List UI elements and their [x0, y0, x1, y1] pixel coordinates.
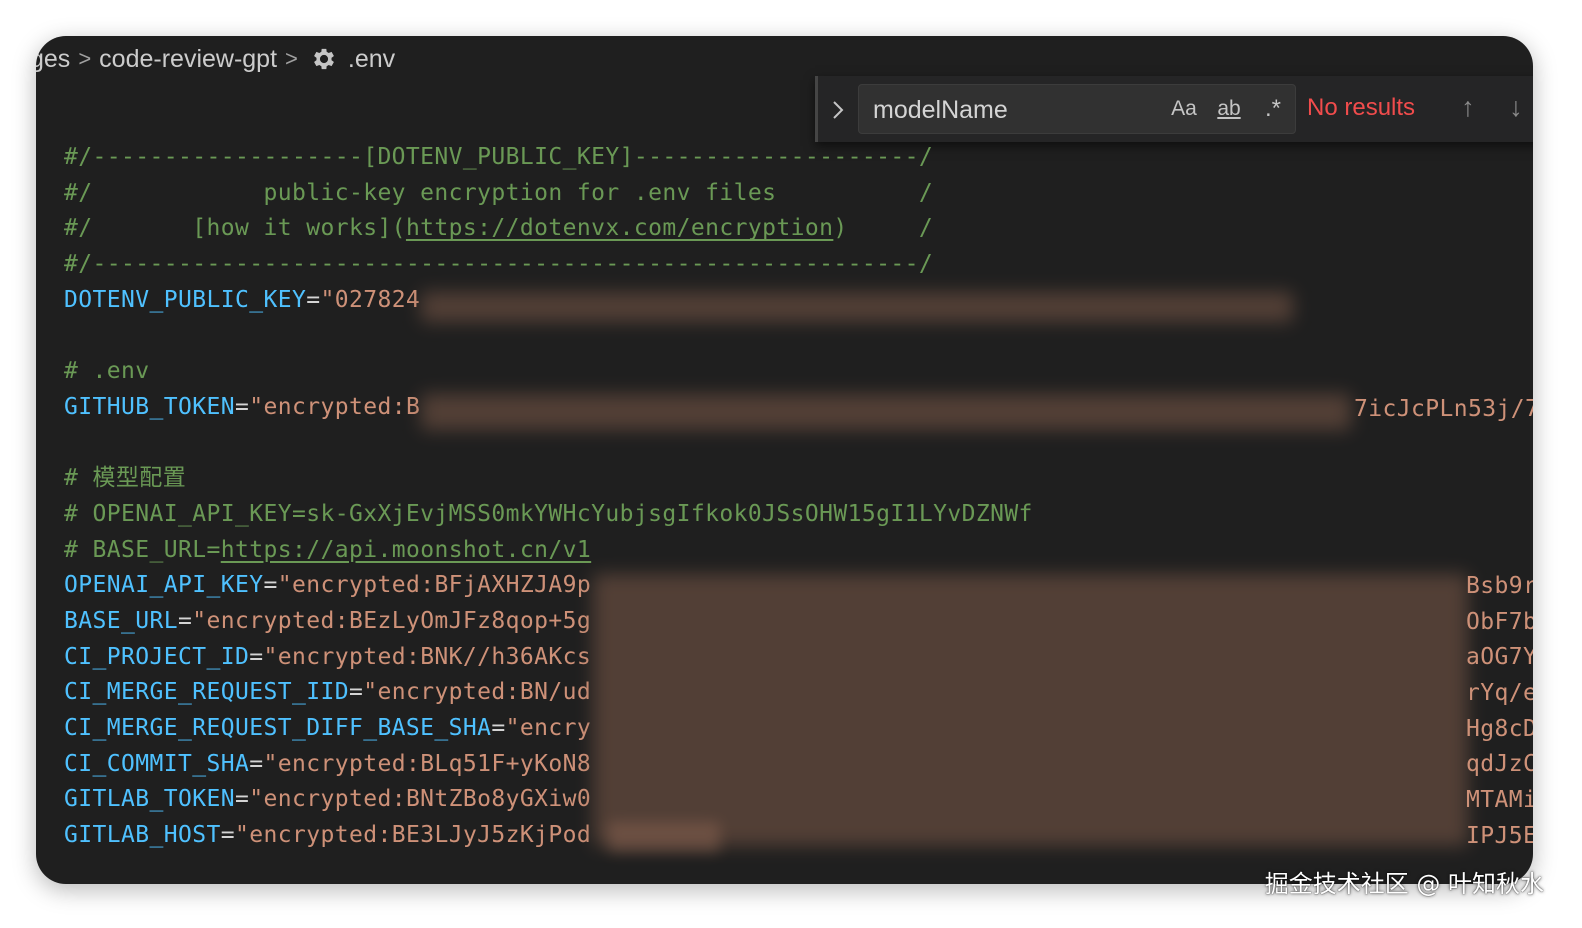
env-key: BASE_URL: [64, 607, 178, 634]
watermark: 掘金技术社区 @ 叶知秋水: [1264, 870, 1544, 898]
env-value: "encry: [505, 715, 592, 741]
find-results-status: No results: [1307, 94, 1416, 121]
env-value: "encrypted:BNK//h36AKcs: [263, 643, 592, 670]
line-tails: 7icJcPLn53j/7: [1354, 392, 1533, 428]
env-value-tail: aOG7Y: [1466, 644, 1533, 671]
env-value: "encrypted:BN/ud: [363, 679, 592, 706]
env-key: CI_MERGE_REQUEST_IID: [64, 679, 349, 706]
code-line: #/ public-key encryption for .env files …: [64, 179, 934, 206]
match-case-toggle[interactable]: Aa: [1167, 95, 1201, 123]
code-line: # BASE_URL=https://api.moonshot.cn/v1: [64, 533, 1533, 569]
code-line: # OPENAI_API_KEY=sk-GxXjEvjMSS0mkYWHcYub…: [64, 500, 1033, 527]
env-value: "encrypted:BLq51F+yKoN8: [263, 750, 592, 777]
redacted-region: [608, 822, 720, 852]
comment-link[interactable]: https://dotenvx.com/encryption: [406, 215, 833, 241]
editor-window: ges > code-review-gpt > .env Aa ab .* No…: [36, 36, 1533, 884]
env-value-tail: MTAMi: [1466, 787, 1533, 814]
breadcrumb-item-file[interactable]: .env: [344, 45, 399, 74]
env-value-tail: qdJzC: [1466, 751, 1533, 778]
env-key: CI_PROJECT_ID: [64, 643, 250, 670]
env-value: "encrypted:BFjAXHZJA9p: [277, 572, 592, 599]
code-line: # .env: [64, 358, 150, 385]
env-value-tail: rYq/e: [1466, 680, 1533, 707]
code-line: #/-------------------[DOTENV_PUBLIC_KEY]…: [64, 144, 934, 170]
comment-text: ) /: [833, 215, 934, 242]
env-value: "encrypted:BNtZBo8yGXiw0: [249, 786, 592, 813]
env-value-tail: Bsb9r: [1466, 573, 1533, 599]
comment-text: #/ [how it works](: [64, 215, 406, 242]
find-input[interactable]: [871, 85, 1165, 135]
env-key: OPENAI_API_KEY: [64, 572, 264, 599]
env-key: GITLAB_HOST: [64, 822, 221, 849]
env-key: GITHUB_TOKEN: [64, 393, 235, 420]
env-value-tail: IPJ5E: [1466, 822, 1533, 849]
chevron-right-icon[interactable]: [824, 96, 852, 124]
redacted-region: [593, 574, 1468, 846]
arrow-up-icon[interactable]: ↑: [1452, 90, 1484, 124]
breadcrumb-item-packages[interactable]: ges: [36, 45, 74, 74]
env-key: DOTENV_PUBLIC_KEY: [64, 286, 307, 313]
env-value: "027824: [320, 286, 421, 313]
env-value-tail: Hg8cD: [1466, 715, 1533, 742]
breadcrumb-item-folder[interactable]: code-review-gpt: [95, 45, 281, 74]
redacted-region: [421, 292, 1293, 322]
env-value-tail: 7icJcPLn53j/7: [1354, 396, 1533, 422]
env-value: "encrypted:BEzLyOmJFz8qop+5g: [192, 607, 592, 634]
env-key: CI_COMMIT_SHA: [64, 750, 250, 777]
match-whole-word-toggle[interactable]: ab: [1209, 95, 1249, 123]
redacted-region: [421, 394, 1351, 430]
find-input-box: Aa ab .*: [858, 84, 1296, 135]
comment-link[interactable]: https://api.moonshot.cn/v1: [221, 537, 591, 563]
arrow-down-icon[interactable]: ↓: [1500, 90, 1532, 124]
gear-icon: [302, 45, 344, 73]
env-value-tail: ObF7b: [1466, 608, 1533, 635]
env-key: CI_MERGE_REQUEST_DIFF_BASE_SHA: [64, 715, 492, 741]
env-value: "encrypted:B: [249, 393, 421, 420]
comment-text: # BASE_URL=: [64, 536, 221, 563]
code-line: #/--------------------------------------…: [64, 251, 934, 278]
find-widget: Aa ab .* No results ↑ ↓: [815, 76, 1533, 142]
code-line: # 模型配置: [64, 465, 187, 492]
breadcrumb: ges > code-review-gpt > .env: [36, 40, 399, 78]
breadcrumb-separator: >: [78, 46, 92, 71]
code-line: #/ [how it works](https://dotenvx.com/en…: [64, 211, 1533, 247]
line-tails: Bsb9r ObF7b aOG7Y rYq/e Hg8cD qdJzC MTAM…: [1466, 569, 1533, 855]
env-value: "encrypted:BE3LJyJ5zKjPod: [234, 822, 592, 849]
regex-toggle[interactable]: .*: [1255, 95, 1291, 123]
env-key: GITLAB_TOKEN: [64, 786, 235, 813]
breadcrumb-separator: >: [285, 46, 298, 71]
